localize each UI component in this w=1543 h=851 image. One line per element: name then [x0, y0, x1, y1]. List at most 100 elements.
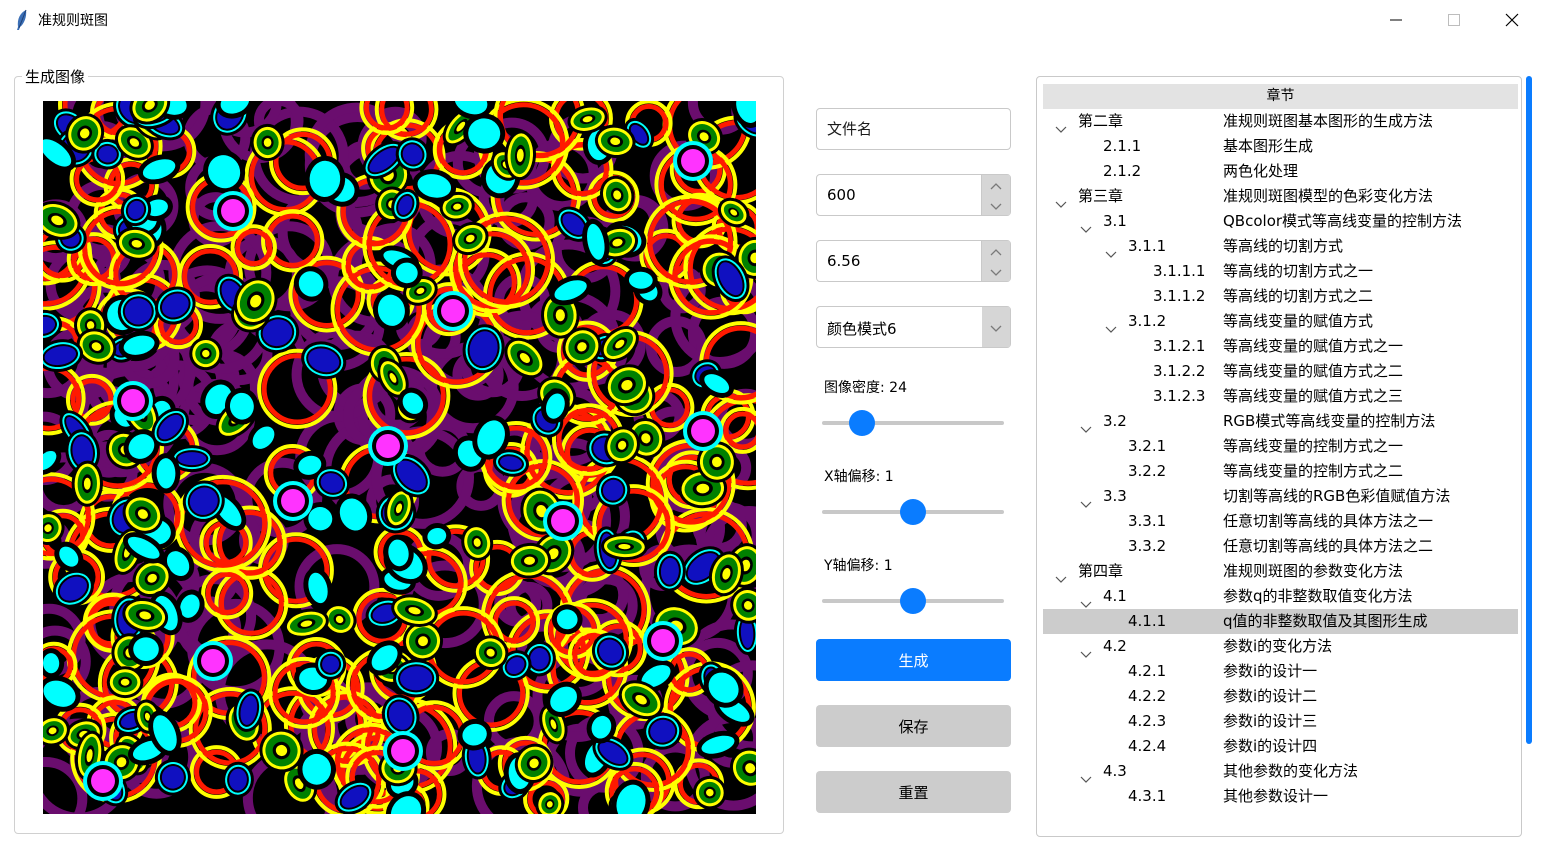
tree-item-id: 3.3.1 [1128, 512, 1167, 530]
tree-item[interactable]: 第二章 准规则斑图基本图形的生成方法 [1043, 109, 1518, 134]
close-button[interactable] [1483, 0, 1541, 40]
chevron-down-icon[interactable] [1105, 242, 1117, 258]
tree-item-title: 准规则斑图模型的色彩变化方法 [1223, 187, 1434, 205]
tree-item[interactable]: 3.1.1.1 等高线的切割方式之一 [1043, 259, 1518, 284]
tree-item-title: 等高线的切割方式之二 [1223, 287, 1374, 305]
tree-item-id: 4.3 [1103, 762, 1127, 780]
maximize-icon [1448, 14, 1460, 26]
minimize-button[interactable] [1367, 0, 1425, 40]
spin-down-button[interactable] [982, 195, 1010, 215]
slider-thumb[interactable] [900, 499, 926, 525]
filename-field[interactable] [816, 108, 1011, 150]
param-spinbox[interactable] [816, 240, 1011, 282]
chevron-down-icon[interactable] [1055, 567, 1067, 583]
chevron-down-icon[interactable] [1055, 192, 1067, 208]
tree-item[interactable]: 3.2.1 等高线变量的控制方式之一 [1043, 434, 1518, 459]
filename-input[interactable] [817, 109, 977, 149]
x-offset-label: X轴偏移: 1 [824, 469, 894, 485]
tree-item[interactable]: 4.2.3 参数i的设计三 [1043, 709, 1518, 734]
minimize-icon [1390, 19, 1402, 21]
tree-item-id: 3.3 [1103, 487, 1127, 505]
tree-item[interactable]: 第四章 准规则斑图的参数变化方法 [1043, 559, 1518, 584]
tree-item[interactable]: 3.1.2.1 等高线变量的赋值方式之一 [1043, 334, 1518, 359]
tree-item-title: 参数i的设计三 [1223, 712, 1318, 730]
chevron-down-icon[interactable] [1080, 492, 1092, 508]
tree-item[interactable]: 4.3 其他参数的变化方法 [1043, 759, 1518, 784]
x-offset-slider[interactable] [822, 499, 1004, 525]
tree-item-title: 准规则斑图基本图形的生成方法 [1223, 112, 1434, 130]
chevron-down-icon[interactable] [1080, 417, 1092, 433]
window-title: 准规则斑图 [38, 13, 108, 29]
tree-item[interactable]: 4.2 参数i的变化方法 [1043, 634, 1518, 659]
tree-item-title: 准规则斑图的参数变化方法 [1223, 562, 1404, 580]
chevron-down-icon[interactable] [1105, 317, 1117, 333]
tree-item[interactable]: 3.1 QBcolor模式等高线变量的控制方法 [1043, 209, 1518, 234]
tree-item[interactable]: 4.3.1 其他参数设计一 [1043, 784, 1518, 809]
chevron-down-icon[interactable] [1080, 767, 1092, 783]
tree-item[interactable]: 4.2.4 参数i的设计四 [1043, 734, 1518, 759]
tree-item-title: 等高线的切割方式 [1223, 237, 1344, 255]
tree-item[interactable]: 4.1.1 q值的非整数取值及其图形生成 [1043, 609, 1518, 634]
tree-item-id: 第四章 [1078, 562, 1124, 580]
tree-header[interactable]: 章节 [1043, 84, 1518, 109]
slider-thumb[interactable] [849, 410, 876, 436]
color-mode-combo[interactable]: 颜色模式6 [816, 306, 1011, 348]
tree-item-id: 3.1.1.2 [1153, 287, 1206, 305]
scrollbar-thumb[interactable] [1526, 76, 1532, 744]
chevron-up-icon [990, 176, 1002, 194]
tree-item[interactable]: 3.1.1 等高线的切割方式 [1043, 234, 1518, 259]
chevron-down-icon[interactable] [1080, 217, 1092, 233]
chevron-down-icon [990, 196, 1002, 214]
tree-item-title: 两色化处理 [1223, 162, 1299, 180]
tree-item[interactable]: 2.1.1 基本图形生成 [1043, 134, 1518, 159]
tree-item[interactable]: 第三章 准规则斑图模型的色彩变化方法 [1043, 184, 1518, 209]
tree-item[interactable]: 3.1.1.2 等高线的切割方式之二 [1043, 284, 1518, 309]
spin-up-button[interactable] [982, 241, 1010, 261]
param-input[interactable] [817, 241, 977, 281]
tree-item-id: 3.1.2.1 [1153, 337, 1206, 355]
tree-item-id: 第二章 [1078, 112, 1124, 130]
tree-item[interactable]: 3.3.1 任意切割等高线的具体方法之一 [1043, 509, 1518, 534]
chevron-down-icon[interactable] [1055, 117, 1067, 133]
tree-item[interactable]: 3.2 RGB模式等高线变量的控制方法 [1043, 409, 1518, 434]
spin-down-button[interactable] [982, 261, 1010, 281]
chapter-tree[interactable]: 章节 第二章 准规则斑图基本图形的生成方法 2.1.1 基本图形生成 2.1.2 两色化处… [1036, 76, 1522, 837]
spin-up-button[interactable] [982, 175, 1010, 195]
tree-item[interactable]: 4.2.2 参数i的设计二 [1043, 684, 1518, 709]
save-button[interactable]: 保存 [816, 705, 1011, 747]
tree-item-id: 3.1 [1103, 212, 1127, 230]
tree-item-title: 等高线变量的赋值方式之三 [1223, 387, 1404, 405]
size-spin-buttons [981, 175, 1010, 215]
size-input[interactable] [817, 175, 977, 215]
tree-item-id: 3.2.2 [1128, 462, 1167, 480]
tree-item[interactable]: 3.3 切割等高线的RGB色彩值赋值方法 [1043, 484, 1518, 509]
tree-item-title: 参数i的设计四 [1223, 737, 1318, 755]
chevron-down-icon [990, 318, 1002, 336]
y-offset-slider[interactable] [822, 588, 1004, 614]
density-slider[interactable] [822, 410, 1004, 436]
chevron-down-icon[interactable] [1080, 642, 1092, 658]
maximize-button[interactable] [1425, 0, 1483, 40]
tree-item[interactable]: 3.3.2 任意切割等高线的具体方法之二 [1043, 534, 1518, 559]
size-spinbox[interactable] [816, 174, 1011, 216]
tree-item[interactable]: 3.1.2 等高线变量的赋值方式 [1043, 309, 1518, 334]
tree-item-id: 3.1.2.2 [1153, 362, 1206, 380]
combo-dropdown-button[interactable] [982, 307, 1010, 347]
tree-item[interactable]: 4.2.1 参数i的设计一 [1043, 659, 1518, 684]
tree-item[interactable]: 3.1.2.2 等高线变量的赋值方式之二 [1043, 359, 1518, 384]
tree-item[interactable]: 2.1.2 两色化处理 [1043, 159, 1518, 184]
tree-item-title: RGB模式等高线变量的控制方法 [1223, 412, 1436, 430]
slider-thumb[interactable] [900, 588, 926, 614]
tree-item[interactable]: 3.2.2 等高线变量的控制方式之二 [1043, 459, 1518, 484]
tree-item[interactable]: 3.1.2.3 等高线变量的赋值方式之三 [1043, 384, 1518, 409]
tree-item-title: 等高线的切割方式之一 [1223, 262, 1374, 280]
tree-item-title: 等高线变量的控制方式之一 [1223, 437, 1404, 455]
tree-item-title: 切割等高线的RGB色彩值赋值方法 [1223, 487, 1451, 505]
generate-button[interactable]: 生成 [816, 639, 1011, 681]
chevron-down-icon[interactable] [1080, 592, 1092, 608]
chevron-down-icon [990, 262, 1002, 280]
reset-button[interactable]: 重置 [816, 771, 1011, 813]
tree-item[interactable]: 4.1 参数q的非整数取值变化方法 [1043, 584, 1518, 609]
tree-item-id: 4.2.3 [1128, 712, 1167, 730]
tree-scrollbar[interactable] [1525, 76, 1533, 837]
